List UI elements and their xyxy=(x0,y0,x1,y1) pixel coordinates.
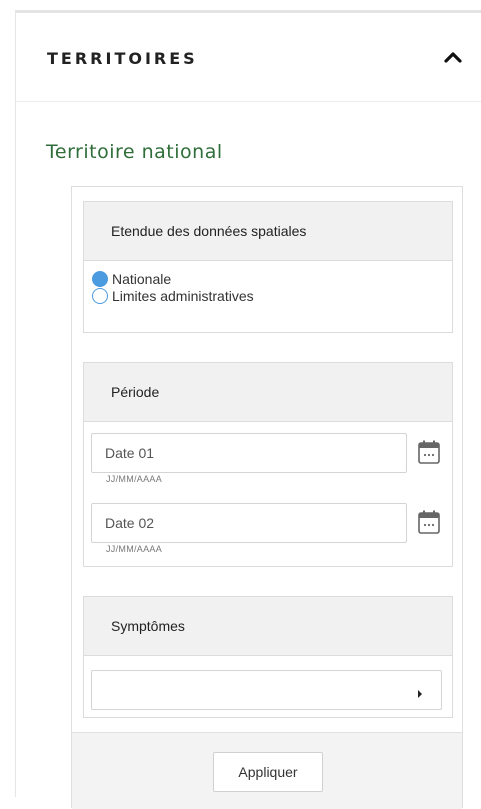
radio-option-nationale[interactable]: Nationale xyxy=(92,270,452,287)
radio-label: Nationale xyxy=(112,270,172,287)
caret-right-icon xyxy=(417,686,423,704)
date-format-hint: JJ/MM/AAAA xyxy=(106,474,163,484)
chevron-up-icon[interactable] xyxy=(442,47,464,67)
spatial-extent-card: Etendue des données spatiales Nationale … xyxy=(83,201,453,333)
section-title: Territoire national xyxy=(46,141,223,163)
panel-header[interactable]: TERRITOIRES xyxy=(16,13,481,102)
period-heading: Période xyxy=(84,363,452,422)
panel-title: TERRITOIRES xyxy=(47,49,198,68)
symptoms-select[interactable] xyxy=(91,670,442,710)
apply-button[interactable]: Appliquer xyxy=(213,752,323,792)
radio-label: Limites administratives xyxy=(112,287,254,304)
filter-box: Etendue des données spatiales Nationale … xyxy=(71,186,463,809)
date-01-input[interactable] xyxy=(91,433,407,473)
symptoms-card: Symptômes xyxy=(83,596,453,718)
period-card: Période JJ/MM/AAAA JJ/MM/AAAA xyxy=(83,362,453,567)
filter-footer: Appliquer xyxy=(72,732,462,809)
radio-button[interactable] xyxy=(92,287,108,304)
date-02-input[interactable] xyxy=(91,503,407,543)
radio-option-limites-administratives[interactable]: Limites administratives xyxy=(92,287,452,304)
calendar-icon[interactable] xyxy=(417,509,441,535)
date-format-hint: JJ/MM/AAAA xyxy=(106,544,163,554)
radio-button-checked[interactable] xyxy=(92,270,108,287)
symptoms-heading: Symptômes xyxy=(84,597,452,656)
calendar-icon[interactable] xyxy=(417,439,441,465)
spatial-extent-heading: Etendue des données spatiales xyxy=(84,202,452,261)
territories-panel: TERRITOIRES Territoire national Etendue … xyxy=(15,10,481,809)
